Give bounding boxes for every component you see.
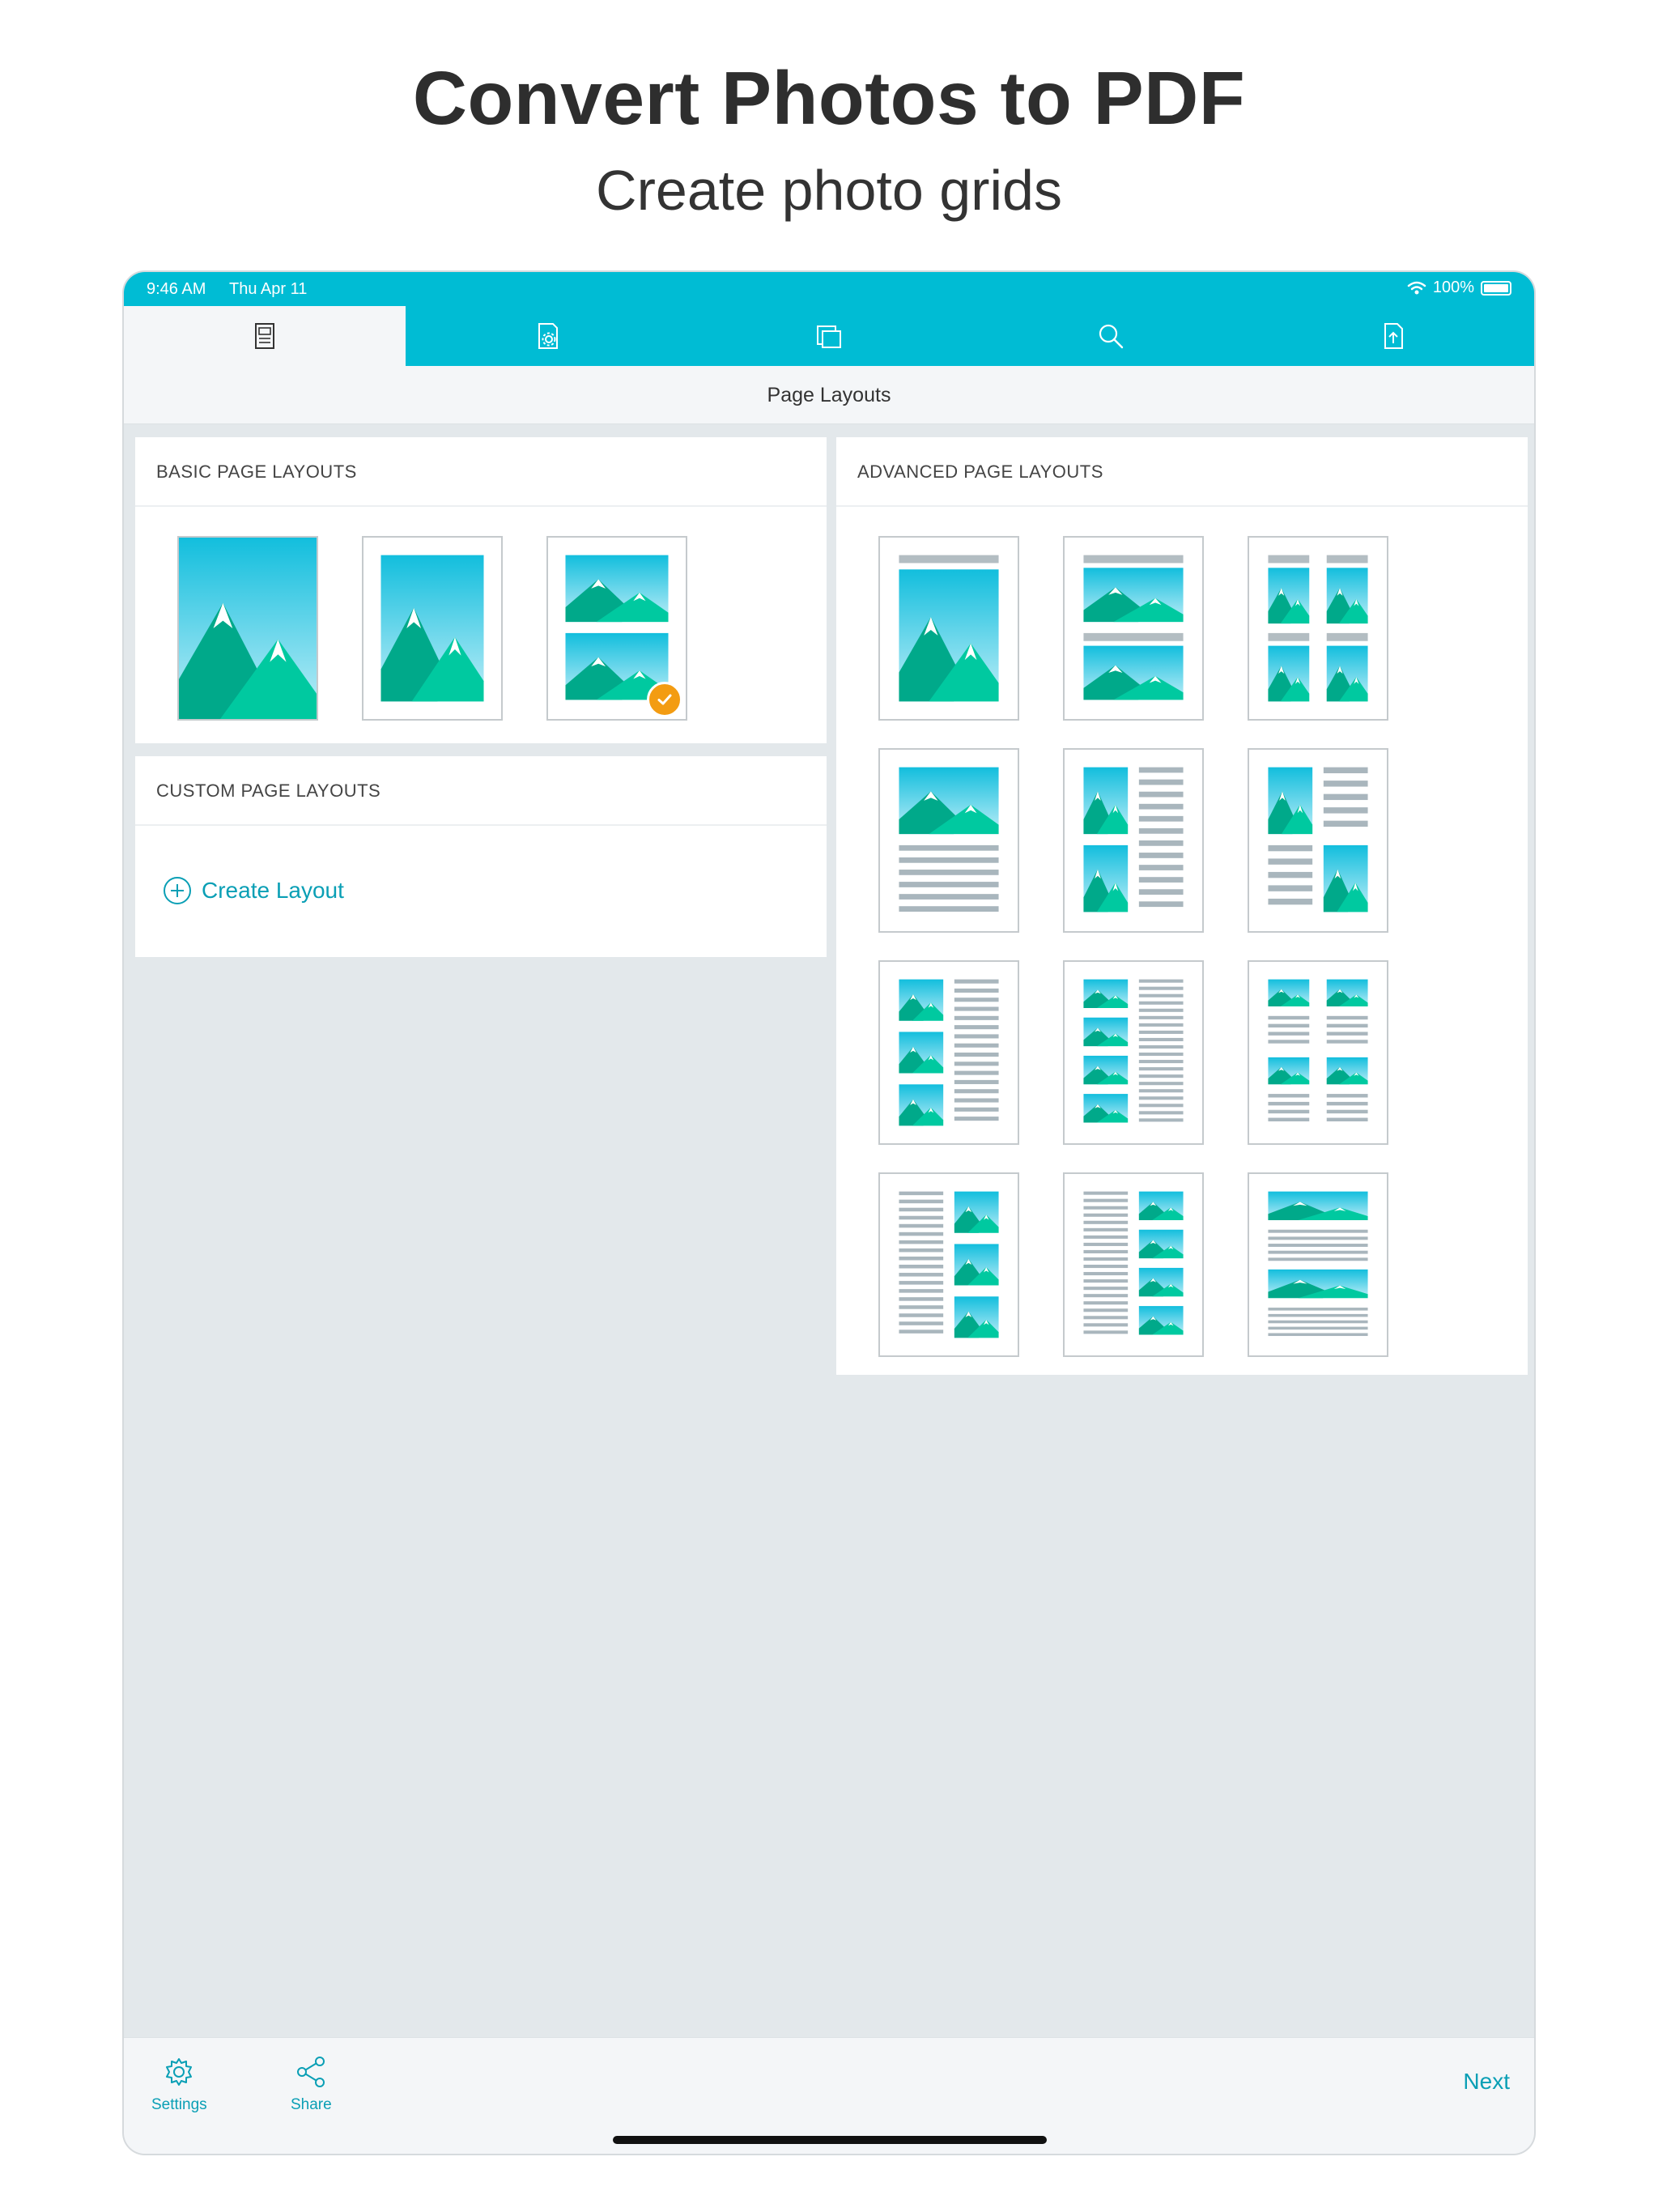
tab-search[interactable]	[970, 306, 1252, 366]
custom-layouts-panel: CUSTOM PAGE LAYOUTS Create Layout	[135, 756, 827, 957]
basic-layouts-header: BASIC PAGE LAYOUTS	[135, 437, 827, 507]
basic-layouts-grid	[135, 507, 827, 743]
basic-layout-1[interactable]	[177, 536, 318, 721]
layout-preview	[1083, 979, 1184, 1123]
layout-preview	[899, 1191, 999, 1338]
settings-label: Settings	[151, 2096, 207, 2113]
advanced-layouts-panel: ADVANCED PAGE LAYOUTS	[836, 437, 1528, 1375]
share-icon	[297, 2057, 325, 2087]
basic-layout-3[interactable]	[546, 536, 687, 721]
status-bar: 9:46 AM Thu Apr 11 100%	[124, 272, 1534, 306]
advanced-layout-1[interactable]	[878, 536, 1019, 721]
advanced-layout-10[interactable]	[878, 1172, 1019, 1357]
hero-subtitle: Create photo grids	[596, 159, 1062, 222]
tab-page-layouts[interactable]	[124, 306, 406, 366]
advanced-layout-9[interactable]	[1248, 960, 1388, 1145]
status-time: 9:46 AM	[147, 280, 206, 298]
tab-bar	[124, 306, 1534, 366]
battery-icon	[1481, 280, 1511, 296]
page-layout-icon	[255, 323, 275, 349]
tab-pages[interactable]	[688, 306, 970, 366]
layout-preview	[899, 979, 999, 1126]
advanced-layout-11[interactable]	[1063, 1172, 1204, 1357]
advanced-layout-5[interactable]	[1063, 748, 1204, 933]
layout-preview	[1268, 767, 1368, 912]
advanced-layout-12[interactable]	[1248, 1172, 1388, 1357]
advanced-layouts-grid	[836, 507, 1528, 1375]
plus-circle-icon	[164, 877, 191, 904]
pages-icon	[817, 325, 842, 348]
status-date: Thu Apr 11	[229, 280, 308, 298]
layout-preview	[1268, 1191, 1368, 1337]
status-right: 100%	[1407, 279, 1511, 297]
next-button[interactable]: Next	[1463, 2069, 1510, 2095]
share-label: Share	[291, 2096, 332, 2113]
basic-layouts-panel: BASIC PAGE LAYOUTS	[135, 437, 827, 743]
advanced-layouts-header: ADVANCED PAGE LAYOUTS	[836, 437, 1528, 507]
hero-title: Convert Photos to PDF	[412, 56, 1246, 140]
layout-preview	[380, 555, 484, 702]
advanced-layout-6[interactable]	[1248, 748, 1388, 933]
bottom-toolbar: Settings Share Next	[124, 2037, 1534, 2154]
export-icon	[1384, 323, 1403, 349]
custom-layouts-header: CUSTOM PAGE LAYOUTS	[135, 756, 827, 826]
layout-preview	[1083, 1191, 1184, 1335]
page-settings-icon	[538, 323, 558, 349]
create-layout-button[interactable]: Create Layout	[163, 876, 344, 905]
tablet-screen: 9:46 AM Thu Apr 11 100% Page Layouts BAS…	[122, 270, 1536, 2155]
advanced-layout-3[interactable]	[1248, 536, 1388, 721]
advanced-layout-4[interactable]	[878, 748, 1019, 933]
layout-preview	[1083, 767, 1184, 912]
search-icon	[1099, 324, 1124, 349]
tab-export[interactable]	[1252, 306, 1534, 366]
basic-layout-2[interactable]	[362, 536, 503, 721]
gear-icon	[166, 2058, 193, 2086]
create-layout-label: Create Layout	[202, 878, 344, 903]
page-title: Page Layouts	[124, 366, 1534, 424]
home-indicator	[613, 2136, 1047, 2144]
selected-check-icon	[647, 682, 682, 717]
layout-preview	[179, 538, 317, 719]
layout-preview	[899, 555, 999, 702]
wifi-icon	[1407, 281, 1426, 294]
settings-button[interactable]: Settings	[151, 2054, 207, 2114]
advanced-layout-2[interactable]	[1063, 536, 1204, 721]
layout-preview	[1268, 555, 1368, 702]
tab-page-settings[interactable]	[406, 306, 687, 366]
layout-preview	[1268, 979, 1368, 1121]
layout-preview	[899, 767, 999, 912]
layout-preview	[1083, 555, 1184, 700]
advanced-layout-8[interactable]	[1063, 960, 1204, 1145]
share-button[interactable]: Share	[291, 2054, 332, 2114]
advanced-layout-7[interactable]	[878, 960, 1019, 1145]
battery-percent: 100%	[1432, 279, 1474, 296]
